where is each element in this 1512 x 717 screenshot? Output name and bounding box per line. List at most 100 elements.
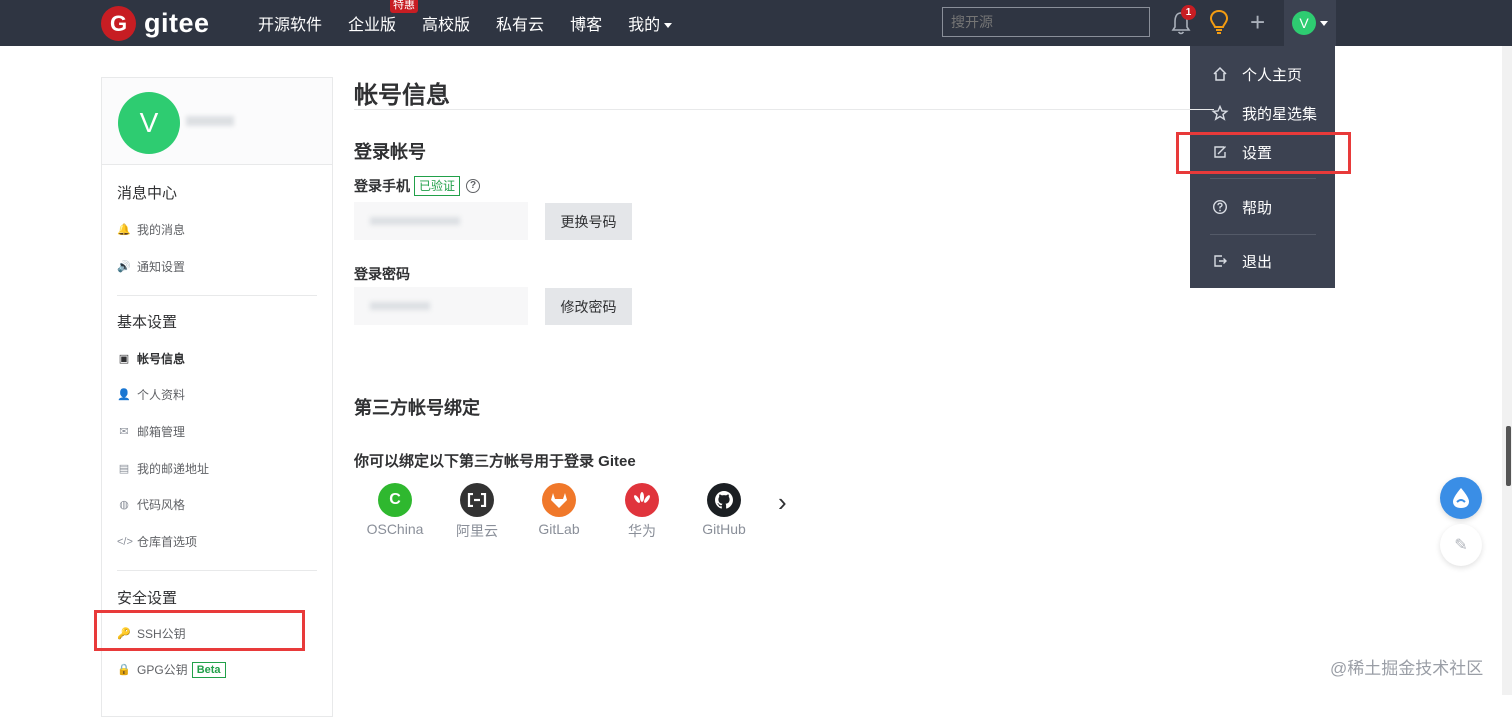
gitlab-icon [542,483,576,517]
sidebar-item-label: 邮箱管理 [137,425,186,439]
password-field-masked [354,287,528,325]
edit-icon: ✎ [1454,537,1468,554]
sidebar-item-label: 帐号信息 [137,352,186,366]
logout-icon [1214,255,1227,267]
user-menu-toggle[interactable]: V [1284,0,1336,46]
phone-field-masked [354,202,528,240]
sidebar-item-label: 个人资料 [137,388,186,402]
provider-name: OSChina [366,521,424,537]
top-navbar: G gitee 开源软件 企业版 特惠 高校版 私有云 博客 我的 1 + V [0,0,1512,46]
sidebar-item-label: GPG公钥 [137,663,188,677]
nav-open-source[interactable]: 开源软件 [258,11,322,35]
edit-float-button[interactable]: ✎ [1440,524,1482,566]
nav-enterprise[interactable]: 企业版 特惠 [348,0,419,35]
lock-icon: 🔒 [117,664,131,676]
search-input[interactable] [942,7,1150,37]
username-blurred [186,116,234,126]
verified-badge: 已验证 [414,176,461,196]
main-nav: 开源软件 企业版 特惠 高校版 私有云 博客 我的 [258,0,698,46]
sidebar-item-label: 我的邮递地址 [137,462,210,476]
oschina-icon: C [378,483,412,517]
menu-item-homepage[interactable]: 个人主页 [1190,55,1335,93]
sidebar-item-label: 仓库首选项 [137,535,198,549]
sidebar-item-my-messages[interactable]: 🔔 我的消息 [117,221,185,238]
sidebar-item-code-style[interactable]: ◍ 代码风格 [117,496,185,513]
sidebar-item-email[interactable]: ✉ 邮箱管理 [117,423,185,440]
bell-icon: 🔔 [117,224,131,236]
page-title: 帐号信息 [354,82,450,109]
provider-aliyun[interactable]: 阿里云 [444,483,510,541]
sidebar-item-notification-settings[interactable]: 🔊 通知设置 [117,258,185,275]
menu-divider [1210,178,1316,179]
provider-huawei[interactable]: 华为 [609,483,675,541]
id-card-icon: ▣ [118,353,130,365]
sidebar-profile: V [102,78,332,165]
sidebar-item-label: 通知设置 [137,260,186,274]
provider-github[interactable]: GitHub [691,483,757,537]
user-icon: 👤 [117,389,131,401]
provider-name: GitHub [702,521,746,537]
sidebar-item-label: 我的消息 [137,223,186,237]
home-icon [1213,66,1227,81]
watermark-text: @稀土掘金技术社区 [1330,659,1484,678]
phone-label: 登录手机 [354,178,410,194]
provider-name: GitLab [538,521,580,537]
speaker-icon: 🔊 [117,261,131,273]
highlight-settings-box [1176,132,1351,174]
aliyun-icon [460,483,494,517]
sidebar-divider [117,570,317,571]
huawei-icon [625,483,659,517]
nav-mine[interactable]: 我的 [628,11,673,35]
provider-gitlab[interactable]: GitLab [526,483,592,537]
section-title-security: 安全设置 [117,590,178,607]
scrollbar-track[interactable] [1502,46,1512,695]
github-icon [707,483,741,517]
section-title-messages: 消息中心 [117,185,178,202]
menu-item-star-collection[interactable]: 我的星选集 [1190,94,1335,132]
third-party-description: 你可以绑定以下第三方帐号用于登录 Gitee [354,453,636,470]
sidebar-item-address[interactable]: ▤ 我的邮递地址 [117,460,209,477]
sidebar-item-profile[interactable]: 👤 个人资料 [117,386,185,403]
gitee-logo-icon: G [101,6,136,41]
star-icon [1211,105,1229,121]
promo-badge: 特惠 [390,0,419,13]
third-party-heading: 第三方帐号绑定 [354,398,480,418]
plus-icon[interactable]: + [1250,8,1265,36]
beta-badge: Beta [191,661,226,678]
chevron-right-icon[interactable]: › [778,489,787,515]
avatar[interactable]: V [118,92,180,154]
phone-label-row: 登录手机 已验证 ? [354,176,481,196]
help-icon[interactable]: ? [466,179,481,193]
scrollbar-thumb[interactable] [1506,426,1511,486]
nav-university[interactable]: 高校版 [422,11,470,35]
notification-count-badge: 1 [1181,5,1196,20]
sidebar-item-label: 代码风格 [137,498,186,512]
menu-item-label: 我的星选集 [1242,105,1318,123]
nav-mine-label: 我的 [628,17,661,34]
help-icon [1212,199,1228,215]
menu-item-label: 帮助 [1242,199,1273,217]
change-password-button[interactable]: 修改密码 [545,288,632,325]
gitee-logo[interactable]: G gitee [101,6,210,41]
menu-item-label: 个人主页 [1242,66,1303,84]
sidebar-item-account-info[interactable]: ▣ 帐号信息 [117,350,185,367]
sidebar-item-repo-preferences[interactable]: </> 仓库首选项 [117,533,197,550]
drop-icon [1453,488,1469,508]
address-card-icon: ▤ [118,463,130,475]
lightbulb-icon[interactable] [1209,9,1229,35]
change-phone-button[interactable]: 更换号码 [545,203,632,240]
gitee-logo-text: gitee [144,8,210,38]
menu-item-logout[interactable]: 退出 [1190,242,1335,280]
provider-oschina[interactable]: C OSChina [362,483,428,537]
menu-item-help[interactable]: 帮助 [1190,188,1335,226]
login-account-heading: 登录帐号 [354,142,426,162]
nav-private-cloud[interactable]: 私有云 [496,11,544,35]
provider-name: 华为 [628,523,656,539]
sidebar-item-gpg-keys[interactable]: 🔒 GPG公钥 Beta [117,661,226,678]
feedback-float-button[interactable] [1440,477,1482,519]
chevron-down-icon [664,23,673,29]
password-label: 登录密码 [354,266,410,282]
section-title-basic: 基本设置 [117,314,178,331]
nav-blog[interactable]: 博客 [570,11,602,35]
sidebar-divider [117,295,317,296]
